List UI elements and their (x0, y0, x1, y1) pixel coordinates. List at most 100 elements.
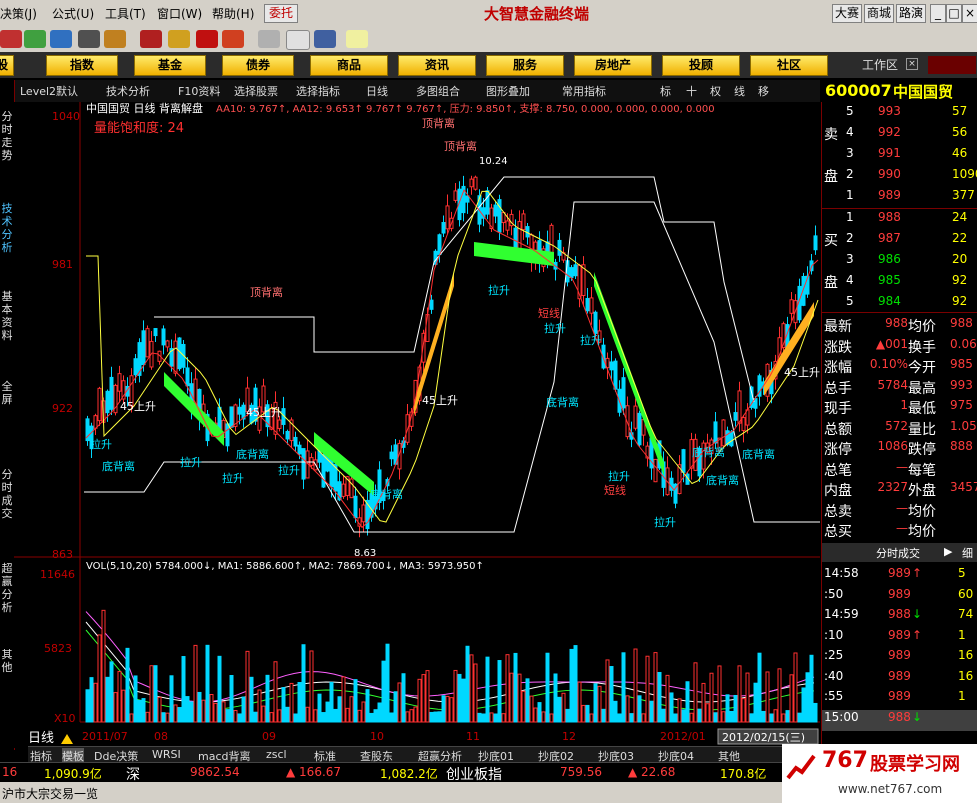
shangcheng-button[interactable]: 商城 (864, 4, 894, 23)
tab-tech-analysis[interactable]: 技术分析 (0, 202, 14, 254)
indicator-tab[interactable]: zscl (266, 748, 287, 761)
cat-index[interactable]: 指数 (46, 55, 118, 76)
volume-bar (317, 693, 322, 723)
maximize-icon[interactable]: □ (946, 4, 962, 23)
stat-label-2: 外盘 (908, 483, 936, 499)
daily-line-menu[interactable]: 日线 (366, 83, 388, 99)
menu-bar: 决策(J) 公式(U) 工具(T) 窗口(W) 帮助(H) 委托 大智慧金融终端… (0, 0, 977, 27)
orderbook-row[interactable]: 3 991 46 (822, 146, 977, 167)
orderbook-row[interactable]: 2 987 22 (822, 231, 977, 252)
cat-commodity[interactable]: 商品 (310, 55, 388, 76)
tab-super-analysis[interactable]: 超赢分析 (0, 562, 14, 614)
tab-fundamentals[interactable]: 基本资料 (0, 290, 14, 342)
menu-window[interactable]: 窗口(W) (157, 5, 202, 22)
order-price: 985 (878, 273, 901, 287)
orderbook-row[interactable]: 4 992 56 (822, 125, 977, 146)
tech-analysis-menu[interactable]: 技术分析 (106, 83, 150, 99)
multi-chart-menu[interactable]: 多图组合 (416, 83, 460, 99)
stat-label-2: 量比 (908, 421, 936, 438)
orderbook-row[interactable]: 3 986 20 (822, 252, 977, 273)
move-button[interactable]: 移 (758, 83, 769, 99)
orderbook-row[interactable]: 1 989 377 (822, 188, 977, 209)
volume-bar (373, 709, 378, 723)
rights-button[interactable]: 权 (710, 83, 721, 99)
mark-button[interactable]: 标 (660, 83, 671, 99)
back-icon[interactable] (0, 30, 22, 48)
trade-row[interactable]: 14:59 988 ↓ 74 (822, 607, 977, 628)
volume-bar (497, 660, 502, 723)
workarea-label[interactable]: 工作区 (862, 56, 898, 73)
close-icon[interactable]: × (962, 4, 977, 23)
cat-stock[interactable]: 股 (0, 55, 14, 76)
ring-icon[interactable] (196, 30, 218, 48)
tab-trades[interactable]: 分时成交 (0, 468, 14, 520)
trade-row[interactable]: :50 989 60 (822, 587, 977, 608)
crosshair-button[interactable]: 十 (686, 83, 697, 99)
tab-fullscreen[interactable]: 全屏 (0, 380, 14, 406)
orderbook-row[interactable]: 5 993 57 (822, 104, 977, 125)
trades-arrow-icon[interactable]: ▶ (944, 545, 952, 558)
cat-realestate[interactable]: 房地产 (574, 55, 652, 76)
orderbook-row[interactable]: 5 984 92 (822, 294, 977, 315)
orderbook-row[interactable]: 1 988 24 (822, 210, 977, 231)
chart-icon[interactable] (50, 30, 72, 48)
trades-detail-label[interactable]: 细 (962, 545, 973, 561)
trade-row[interactable]: :25 989 16 (822, 648, 977, 669)
select-stock-menu[interactable]: 选择股票 (234, 83, 278, 99)
workarea-icons[interactable] (928, 56, 976, 74)
index-g: 创业板指 (446, 767, 502, 783)
stat-label-2: 跌停 (908, 442, 936, 458)
volume-bar (225, 709, 230, 723)
cat-advisor[interactable]: 投顾 (662, 55, 740, 76)
menu-decision[interactable]: 决策(J) (0, 5, 37, 22)
trade-row[interactable]: :55 989 1 (822, 689, 977, 710)
tab-other[interactable]: 其他 (0, 648, 14, 674)
vol-y-label-mid: 5823 (44, 642, 72, 655)
cat-community[interactable]: 社区 (750, 55, 828, 76)
menu-formula[interactable]: 公式(U) (52, 5, 94, 22)
diamond-icon[interactable] (168, 30, 190, 48)
binoculars-icon[interactable] (78, 30, 100, 48)
books-icon[interactable] (314, 30, 336, 48)
f10-menu[interactable]: F10资料 (178, 83, 220, 99)
overlay-menu[interactable]: 图形叠加 (486, 83, 530, 99)
orderbook-row[interactable]: 4 985 92 (822, 273, 977, 294)
trade-time: 15:00 (824, 709, 859, 724)
report-icon[interactable] (286, 30, 310, 50)
trades-header[interactable]: 分时成交 ▶ 细 (822, 543, 977, 562)
kline-chart[interactable]: 中国国贸 日线 背离解盘 AA10: 9.767↑, AA12: 9.653↑ … (14, 102, 820, 748)
line-button[interactable]: 线 (734, 83, 745, 99)
trade-row[interactable]: 15:00 988 ↓ (822, 709, 977, 731)
weituo-button[interactable]: 委托 (264, 4, 298, 23)
print-icon[interactable] (258, 30, 280, 48)
stat-label: 涨幅 (824, 360, 852, 376)
tab-intraday[interactable]: 分时走势 (0, 110, 14, 162)
level2-default[interactable]: Level2默认 (20, 83, 78, 99)
trade-row[interactable]: :10 989 ↑ 1 (822, 628, 977, 649)
trade-row[interactable]: :40 989 16 (822, 669, 977, 690)
dasai-button[interactable]: 大赛 (832, 4, 862, 23)
alert-icon[interactable] (222, 30, 244, 48)
news-icon[interactable] (140, 30, 162, 48)
cat-service[interactable]: 服务 (486, 55, 564, 76)
indicator-tab[interactable]: WRSI (152, 748, 181, 761)
luyan-button[interactable]: 路演 (896, 4, 926, 23)
cat-bond[interactable]: 债券 (222, 55, 294, 76)
menu-help[interactable]: 帮助(H) (212, 5, 254, 22)
quote-icon[interactable] (24, 30, 46, 48)
help-cursor-icon[interactable] (346, 30, 368, 48)
trade-row[interactable]: 14:58 989 ↑ 5 (822, 566, 977, 587)
cat-fund[interactable]: 基金 (134, 55, 206, 76)
orderbook-row[interactable]: 2 990 1090 (822, 167, 977, 188)
cat-info[interactable]: 资讯 (398, 55, 476, 76)
workarea-close-icon[interactable]: × (906, 58, 918, 70)
minimize-icon[interactable]: _ (930, 4, 946, 23)
menu-tools[interactable]: 工具(T) (105, 5, 146, 22)
volume-bar (757, 652, 762, 723)
candle-body (117, 373, 122, 392)
tool-icon[interactable] (104, 30, 126, 48)
common-indicator-menu[interactable]: 常用指标 (562, 83, 606, 99)
status-text[interactable]: 沪市大宗交易一览 (2, 785, 98, 802)
stat-label: 最新 (824, 319, 852, 335)
select-indicator-menu[interactable]: 选择指标 (296, 83, 340, 99)
